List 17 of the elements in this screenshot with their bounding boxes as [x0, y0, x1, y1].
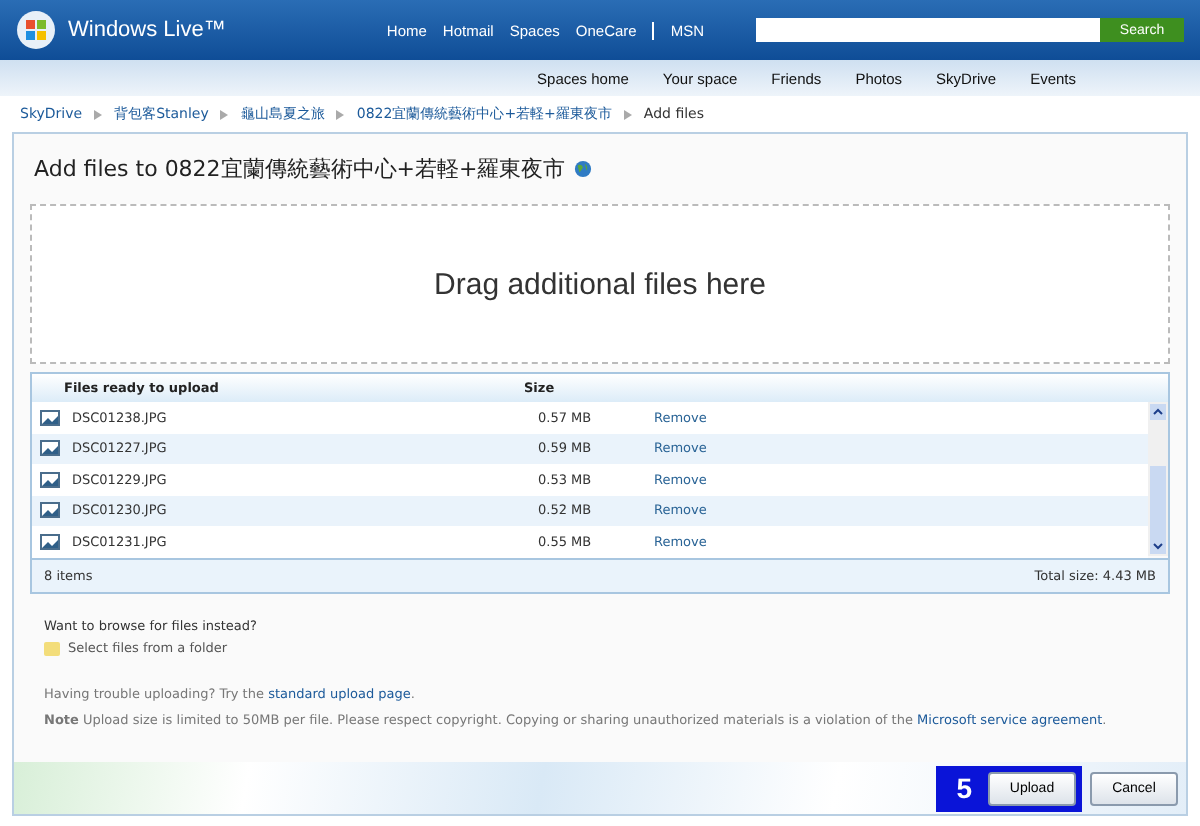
chevron-icon [336, 109, 345, 119]
image-file-icon [40, 502, 60, 519]
image-file-icon [40, 409, 60, 426]
folder-icon [44, 639, 60, 655]
image-file-icon [40, 471, 60, 488]
image-file-icon [40, 533, 60, 550]
brand-name: Windows Live™ [68, 18, 226, 42]
globe-icon [573, 160, 592, 178]
step-number: 5 [956, 772, 972, 804]
drop-zone: Drag additional files here [30, 204, 1170, 364]
logo-icon [16, 10, 56, 50]
image-file-icon [40, 440, 60, 457]
scrollbar[interactable] [1148, 402, 1168, 556]
page-title: Add files to 0822宜蘭傳統藝術中心+若軽+羅東夜市 [34, 154, 566, 184]
chevron-icon [623, 109, 632, 119]
chevron-icon [220, 109, 229, 119]
chevron-icon [94, 109, 103, 119]
